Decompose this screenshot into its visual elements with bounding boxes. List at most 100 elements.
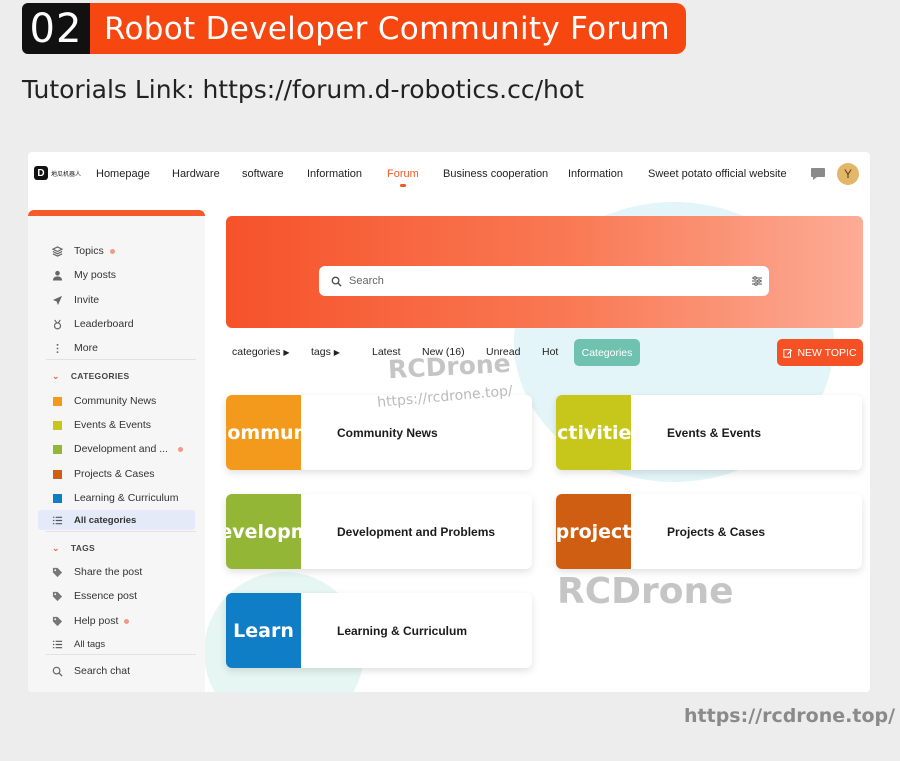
sidebar-all-categories[interactable]: All categories <box>51 511 136 529</box>
chevron-down-icon: ⌄ <box>52 542 60 553</box>
sidebar-tag-share[interactable]: Share the post <box>51 563 142 581</box>
filter-settings-icon[interactable] <box>751 275 763 287</box>
section-banner: 02 Robot Developer Community Forum <box>22 3 686 54</box>
hero-banner: Search <box>226 216 863 328</box>
nav-homepage[interactable]: Homepage <box>96 168 150 180</box>
paper-plane-icon <box>51 294 63 306</box>
forum-screenshot: D 地瓜机器人 Homepage Hardware software Infor… <box>28 152 870 692</box>
sidebar-item-label: Essence post <box>74 590 138 602</box>
category-card-projects[interactable]: project Projects & Cases <box>556 494 862 569</box>
footer-url[interactable]: https://rcdrone.top/ <box>684 705 895 727</box>
category-card-label: Projects & Cases <box>667 524 766 539</box>
tag-icon <box>51 566 63 578</box>
category-card-learning[interactable]: Learn Learning & Curriculum <box>226 593 532 668</box>
sidebar-category-projects[interactable]: Projects & Cases <box>51 465 155 483</box>
sidebar-all-tags[interactable]: All tags <box>51 635 105 653</box>
categories-dropdown-label: categories <box>232 346 281 358</box>
category-color-square <box>51 443 63 455</box>
nav-business-cooperation[interactable]: Business cooperation <box>443 168 548 180</box>
user-avatar[interactable]: Y <box>837 163 859 185</box>
section-title: Robot Developer Community Forum <box>90 3 686 54</box>
divider <box>46 654 196 655</box>
sidebar-item-topics[interactable]: Topics <box>51 242 115 260</box>
sidebar-item-label: Development and ... <box>74 443 168 455</box>
nav-software[interactable]: software <box>242 168 284 180</box>
category-color-square <box>51 492 63 504</box>
tags-dropdown[interactable]: tags ▶ <box>311 346 340 358</box>
sidebar-item-label: Leaderboard <box>74 318 134 330</box>
sidebar-search-chat[interactable]: Search chat <box>51 662 130 680</box>
list-icon <box>51 638 63 650</box>
category-card-development[interactable]: Developme Development and Problems <box>226 494 532 569</box>
site-logo[interactable]: D 地瓜机器人 <box>34 166 81 180</box>
nav-official-website[interactable]: Sweet potato official website <box>648 168 787 180</box>
sidebar-item-label: Help post <box>74 615 119 627</box>
nav-information[interactable]: Information <box>307 168 362 180</box>
category-tile: Developme <box>226 494 301 569</box>
sidebar-item-label: Learning & Curriculum <box>74 492 179 504</box>
tags-header-label: TAGS <box>70 543 96 553</box>
sidebar-category-development[interactable]: Development and ... <box>51 440 183 458</box>
list-icon <box>51 514 63 526</box>
sidebar-item-invite[interactable]: Invite <box>51 291 99 309</box>
category-color-square <box>51 468 63 480</box>
sidebar-item-label: All categories <box>74 514 137 526</box>
logo-mark: D <box>34 166 48 180</box>
category-card-events[interactable]: activities Events & Events <box>556 395 862 470</box>
category-tile: project <box>556 494 631 569</box>
tab-hot[interactable]: Hot <box>542 346 558 358</box>
category-color-square <box>51 419 63 431</box>
sidebar-item-label: More <box>74 342 98 354</box>
sidebar-item-label: All tags <box>74 638 106 650</box>
sidebar-item-leaderboard[interactable]: Leaderboard <box>51 315 134 333</box>
nav-hardware[interactable]: Hardware <box>172 168 220 180</box>
category-tile-text: Developme <box>226 520 301 543</box>
categories-header-label: CATEGORIES <box>70 371 130 381</box>
sidebar-item-label: Search chat <box>74 665 131 677</box>
nav-forum[interactable]: Forum <box>387 168 419 187</box>
category-card-label: Learning & Curriculum <box>337 623 468 638</box>
sidebar-category-events[interactable]: Events & Events <box>51 416 151 434</box>
more-vertical-icon <box>51 342 63 354</box>
sidebar: Topics My posts Invite Leaderboard More … <box>28 210 205 692</box>
tab-categories[interactable]: Categories <box>574 339 640 366</box>
sidebar-item-my-posts[interactable]: My posts <box>51 266 116 284</box>
category-card-label: Events & Events <box>667 425 762 440</box>
new-topic-button[interactable]: NEW TOPIC <box>777 339 863 366</box>
search-icon <box>331 276 342 287</box>
sidebar-item-label: Community News <box>74 395 157 407</box>
category-tile: Learn <box>226 593 301 668</box>
divider <box>46 359 196 360</box>
sidebar-item-label: Events & Events <box>74 419 152 431</box>
new-topic-label: NEW TOPIC <box>797 346 857 359</box>
tags-dropdown-label: tags <box>311 346 331 358</box>
award-icon <box>51 318 63 330</box>
sidebar-category-community-news[interactable]: Community News <box>51 392 156 410</box>
sidebar-tag-help[interactable]: Help post <box>51 612 130 630</box>
category-tile-text: project <box>556 520 631 543</box>
categories-header[interactable]: ⌄ CATEGORIES <box>52 369 129 383</box>
sidebar-tag-essence[interactable]: Essence post <box>51 587 137 605</box>
caret-right-icon: ▶ <box>283 348 290 357</box>
edit-icon <box>783 348 793 358</box>
category-tile-text: activities <box>556 421 631 444</box>
tutorials-link[interactable]: Tutorials Link: https://forum.d-robotics… <box>22 75 584 104</box>
sidebar-item-label: Share the post <box>74 566 143 578</box>
section-number: 02 <box>22 3 90 54</box>
sidebar-item-label: My posts <box>74 269 117 281</box>
category-tile-text: Communi <box>226 421 301 444</box>
search-placeholder: Search <box>349 275 384 287</box>
categories-dropdown[interactable]: categories ▶ <box>232 346 290 358</box>
category-tile: Communi <box>226 395 301 470</box>
sidebar-item-more[interactable]: More <box>51 339 98 357</box>
sidebar-item-label: Invite <box>74 294 100 306</box>
logo-text: 地瓜机器人 <box>51 171 82 178</box>
search-input[interactable]: Search <box>319 266 769 296</box>
watermark-brand-large: RCDrone <box>557 571 734 612</box>
layers-icon <box>51 245 63 257</box>
top-navigation: D 地瓜机器人 Homepage Hardware software Infor… <box>28 152 870 196</box>
chat-bubble-icon[interactable] <box>810 167 826 181</box>
nav-information-2[interactable]: Information <box>568 168 623 180</box>
tags-header[interactable]: ⌄ TAGS <box>52 541 95 555</box>
sidebar-category-learning[interactable]: Learning & Curriculum <box>51 489 178 507</box>
